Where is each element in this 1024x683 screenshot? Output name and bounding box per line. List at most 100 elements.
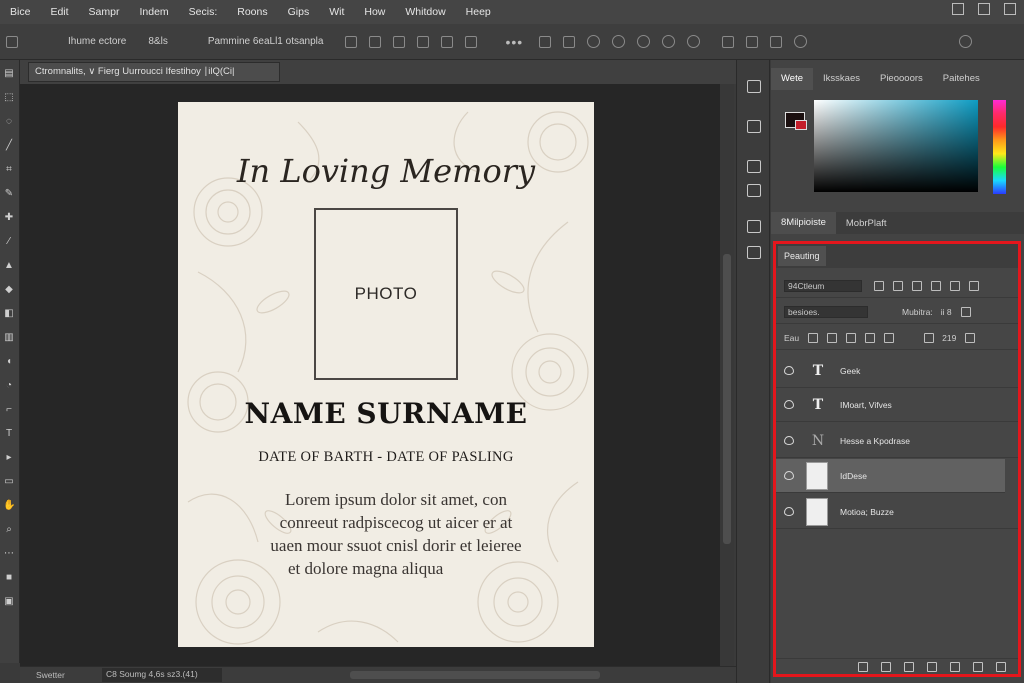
layer-style-icon[interactable] [881,661,891,672]
menu-item-view[interactable]: Wit [319,6,354,18]
layer-row[interactable]: T Geek [776,354,1018,388]
edit-toolbar-icon[interactable]: ⋯ [3,548,15,560]
tool-preset-picker[interactable]: Ihume ectore [68,36,126,47]
visibility-eye-icon[interactable] [784,471,794,480]
filter-toggle-icon[interactable] [969,280,979,291]
layer-row[interactable]: N Hesse a Kpodrase [776,424,1018,458]
frame-icon[interactable] [746,35,759,48]
color-swatch-icon[interactable]: ■ [3,572,15,584]
align-middle-icon[interactable] [441,35,454,48]
filter-pixel-icon[interactable] [874,280,884,291]
camera-icon[interactable] [794,35,808,48]
3d-scale-icon[interactable] [687,35,701,48]
fill-value[interactable]: 219 [942,333,956,343]
history-brush-tool-icon[interactable]: ◆ [3,284,15,296]
layer-row[interactable]: T IMoart, Vifves [776,388,1018,422]
background-color-swatch[interactable] [795,120,807,130]
distribute-h-icon[interactable] [563,35,576,48]
adjustment-layer-icon[interactable] [927,661,937,672]
menu-item-image[interactable]: Sampr [79,6,130,18]
opacity-value[interactable]: ii 8 [941,307,952,317]
stamp-tool-icon[interactable]: ▲ [3,260,15,272]
filter-type-icon[interactable] [912,280,922,291]
scrollbar-thumb[interactable] [723,254,731,544]
align-right-icon[interactable] [393,35,406,48]
blur-tool-icon[interactable]: ◖ [3,356,15,368]
distribute-icon[interactable] [539,35,552,48]
align-bottom-icon[interactable] [465,35,478,48]
path-select-tool-icon[interactable]: ▸ [3,452,15,464]
align-left-icon[interactable] [345,35,358,48]
fill-slider-icon[interactable] [965,332,976,343]
workspace-icon[interactable] [978,3,990,15]
layer-name[interactable]: Geek [840,366,860,376]
blend-mode-dropdown[interactable]: besioes. [784,305,868,318]
color-picker-field[interactable] [814,100,978,192]
tab-layers[interactable]: Peauting [778,246,826,266]
zoom-tool-icon[interactable]: ⌕ [3,524,15,536]
visibility-eye-icon[interactable] [784,400,794,409]
lock-transparent-icon[interactable] [808,332,819,343]
brush-tool-icon[interactable]: ⁄ [3,236,15,248]
menu-item-select[interactable]: Secis: [179,6,228,18]
hue-slider[interactable] [993,100,1006,194]
dodge-tool-icon[interactable]: ◔ [3,380,15,392]
layer-name[interactable]: IMoart, Vifves [840,400,892,410]
mode-dropdown[interactable]: 8&ls [148,36,167,47]
layers-menu-icon[interactable] [996,661,1006,672]
document-info[interactable]: C8 Soumg 4,6s sz3.(41) [102,668,222,682]
properties-panel-icon[interactable] [747,120,761,133]
layer-name[interactable]: Hesse a Kpodrase [840,436,910,446]
tab-gradients[interactable]: Pieoooors [870,68,933,90]
menu-item-file[interactable]: Bice [0,6,40,18]
character-panel-icon[interactable] [747,246,761,259]
shape-tool-icon[interactable]: ▭ [3,476,15,488]
visibility-eye-icon[interactable] [784,507,794,516]
history-panel-icon[interactable] [747,80,761,93]
healing-tool-icon[interactable]: ✚ [3,212,15,224]
tab-swatches[interactable]: Iksskaes [813,68,870,90]
tab-patterns[interactable]: Paitehes [933,68,990,90]
opacity-slider-icon[interactable] [960,306,971,317]
link-layers-icon[interactable] [858,661,868,672]
crop-tool-icon[interactable]: ⌗ [3,164,15,176]
lock-position-icon[interactable] [846,332,857,343]
quick-select-tool-icon[interactable]: ╱ [3,140,15,152]
tab-libraries[interactable]: 8Milpioiste [771,212,836,234]
zoom-level[interactable]: Swetter [36,670,65,680]
add-mask-icon[interactable] [904,661,914,672]
lock-all-icon[interactable] [884,332,895,343]
pen-tool-icon[interactable]: ⌐ [3,404,15,416]
filter-shape-icon[interactable] [931,280,941,291]
layer-filter-dropdown[interactable]: 94Ctleum [784,279,862,292]
tab-adjustments[interactable]: MobrPlaft [836,218,897,229]
fill-icon[interactable] [924,332,935,343]
3d-slide-icon[interactable] [662,35,676,48]
eyedropper-tool-icon[interactable]: ✎ [3,188,15,200]
menu-item-layer[interactable]: Indem [129,6,178,18]
horizontal-scrollbar[interactable] [350,671,600,679]
lock-image-icon[interactable] [827,332,838,343]
eraser-tool-icon[interactable]: ◧ [3,308,15,320]
visibility-eye-icon[interactable] [784,436,794,445]
align-center-icon[interactable] [369,35,382,48]
arrange-icon[interactable] [952,3,964,15]
memorial-card-artboard[interactable]: In Loving Memory PHOTO NAME SURNAME DATE… [178,102,594,647]
3d-rotate-icon[interactable] [587,35,601,48]
menu-item-filter[interactable]: Roons [227,6,277,18]
gradient-tool-icon[interactable]: ▥ [3,332,15,344]
3d-pan-icon[interactable] [637,35,651,48]
menu-item-help[interactable]: Heep [456,6,501,18]
menu-item-edit[interactable]: Edit [40,6,78,18]
menu-item-3d[interactable]: Gips [278,6,320,18]
layer-name[interactable]: Motioa; Buzze [840,507,894,517]
layer-row-selected[interactable]: IdDese [776,459,1005,493]
search-icon[interactable] [959,35,973,48]
marquee-tool-icon[interactable]: ⬚ [3,92,15,104]
tool-preset-icon[interactable] [6,35,18,48]
type-tool-icon[interactable]: T [3,428,15,440]
tab-color[interactable]: Wete [771,68,814,90]
transform-icon[interactable] [722,35,735,48]
document-icon[interactable] [770,35,783,48]
screen-mode-icon[interactable]: ▣ [3,596,15,608]
